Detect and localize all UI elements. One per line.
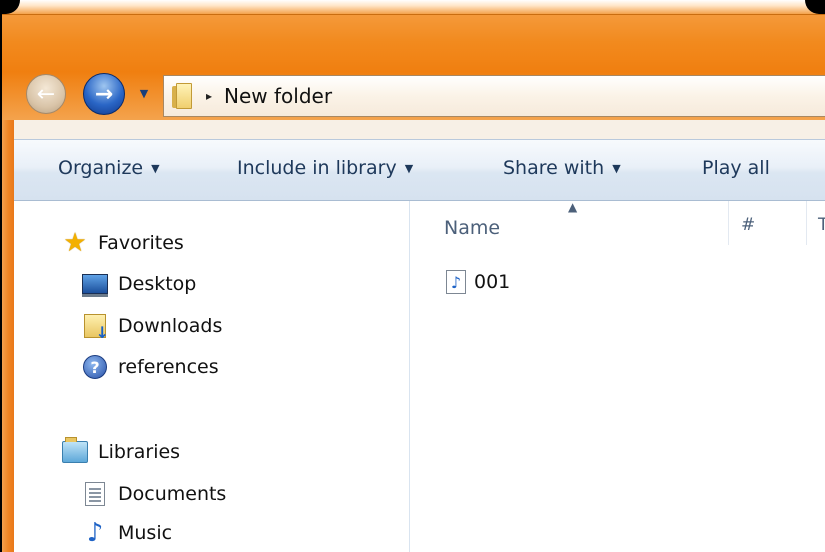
- window-corner-left: [0, 0, 20, 14]
- nav-item-downloads[interactable]: ↓ Downloads: [82, 314, 223, 341]
- window-left-frame: [0, 120, 14, 552]
- file-item-name: 001: [474, 271, 511, 293]
- window-corner-right: [805, 0, 825, 14]
- chevron-down-icon: ▼: [404, 162, 414, 175]
- desktop-icon: [82, 272, 108, 297]
- address-bar[interactable]: ▸ New folder: [163, 75, 825, 117]
- nav-item-desktop-label: Desktop: [118, 273, 197, 295]
- libraries-icon: [62, 437, 88, 464]
- nav-libraries[interactable]: Libraries: [62, 437, 181, 464]
- column-header-title-label: T: [818, 215, 825, 235]
- nav-item-documents[interactable]: Documents: [82, 482, 226, 506]
- chevron-down-icon: ▼: [151, 162, 160, 175]
- column-divider[interactable]: [728, 201, 729, 245]
- star-icon: ★: [63, 228, 87, 258]
- nav-item-references[interactable]: ? references: [82, 355, 219, 379]
- column-header-title[interactable]: T: [818, 215, 825, 235]
- column-header-name-label: Name: [444, 217, 501, 239]
- share-with-button[interactable]: Share with ▼: [503, 157, 621, 179]
- column-header-number-label: #: [741, 215, 756, 235]
- content-area: ★ Favorites Desktop ↓ Downloads ? refere…: [14, 200, 825, 552]
- nav-item-documents-label: Documents: [118, 483, 227, 505]
- organize-label: Organize: [58, 157, 144, 179]
- nav-libraries-label: Libraries: [98, 441, 181, 463]
- folder-icon: [172, 83, 194, 109]
- back-button[interactable]: ←: [26, 74, 66, 114]
- back-arrow-icon: ←: [36, 81, 56, 107]
- nav-item-downloads-label: Downloads: [118, 315, 223, 337]
- help-icon: ?: [82, 355, 108, 379]
- play-all-label: Play all: [702, 157, 770, 179]
- play-all-button[interactable]: Play all: [702, 157, 770, 179]
- organize-button[interactable]: Organize ▼: [58, 157, 160, 179]
- explorer-window: ← → ▼ ▸ New folder Organize ▼ Include in …: [0, 0, 825, 552]
- forward-arrow-icon: →: [94, 81, 114, 107]
- file-item[interactable]: ♪ 001: [446, 270, 510, 294]
- sort-ascending-icon: ▲: [568, 200, 578, 214]
- command-toolbar: Organize ▼ Include in library ▼ Share with…: [14, 139, 825, 201]
- window-titlebar: ← → ▼ ▸ New folder: [0, 0, 825, 120]
- forward-button[interactable]: →: [83, 73, 125, 115]
- audio-file-icon: ♪: [446, 270, 466, 294]
- downloads-folder-icon: ↓: [82, 314, 109, 341]
- documents-icon: [82, 482, 108, 506]
- chevron-down-icon: ▼: [139, 87, 149, 100]
- include-in-library-button[interactable]: Include in library ▼: [237, 157, 413, 179]
- include-in-library-label: Include in library: [237, 157, 397, 179]
- navigation-pane: ★ Favorites Desktop ↓ Downloads ? refere…: [14, 201, 410, 552]
- chevron-down-icon: ▼: [612, 162, 621, 175]
- column-divider[interactable]: [806, 201, 807, 245]
- music-icon: ♪: [86, 518, 104, 548]
- nav-item-music[interactable]: ♪ Music: [82, 518, 173, 548]
- nav-item-desktop[interactable]: Desktop: [82, 272, 197, 297]
- breadcrumb-separator-icon[interactable]: ▸: [206, 89, 212, 103]
- column-header-number[interactable]: #: [741, 215, 755, 235]
- file-list-pane: Name ▲ # T ♪ 001: [410, 200, 825, 552]
- share-with-label: Share with: [503, 157, 605, 179]
- nav-favorites[interactable]: ★ Favorites: [62, 228, 184, 258]
- column-header-name[interactable]: Name: [444, 217, 500, 239]
- window-edge-line: [0, 0, 2, 552]
- nav-item-music-label: Music: [118, 522, 173, 544]
- recent-pages-dropdown[interactable]: ▼: [137, 88, 151, 100]
- nav-favorites-label: Favorites: [98, 232, 184, 254]
- titlebar-top-edge: [0, 0, 825, 15]
- breadcrumb-new-folder[interactable]: New folder: [224, 84, 332, 108]
- nav-item-references-label: references: [118, 356, 219, 378]
